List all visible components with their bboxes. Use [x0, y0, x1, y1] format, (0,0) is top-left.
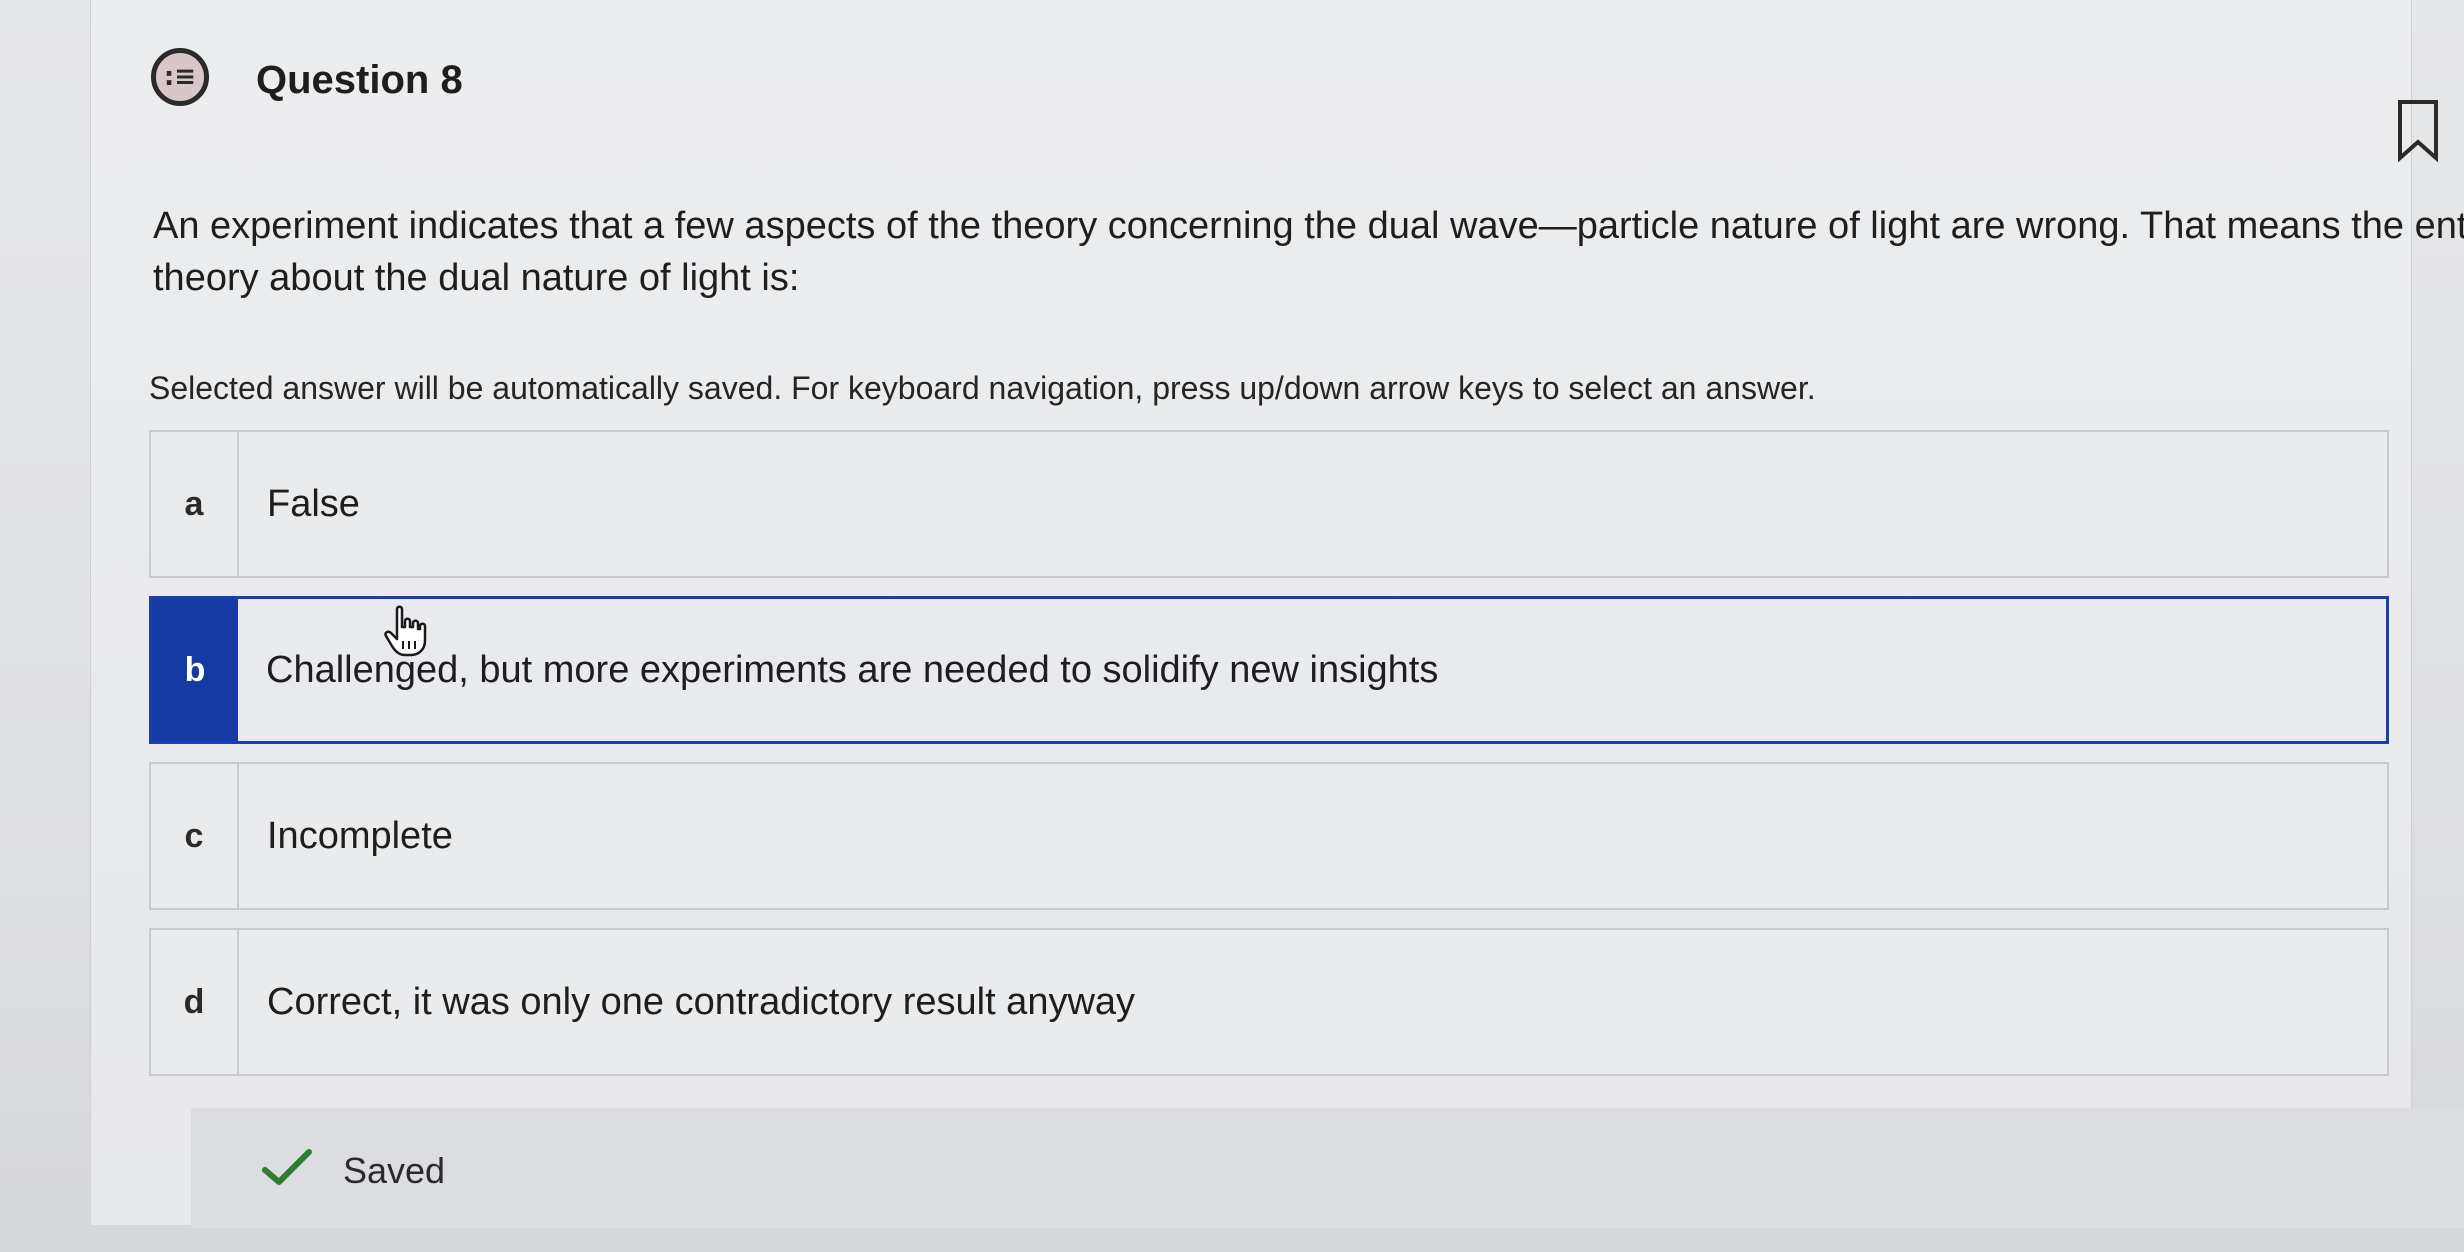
option-text: False	[267, 482, 360, 525]
saved-status-label: Saved	[343, 1150, 446, 1191]
option-letter: d	[151, 930, 239, 1074]
option-letter: c	[151, 764, 239, 908]
question-list-icon: :≡	[151, 48, 209, 106]
option-text: Challenged, but more experiments are nee…	[266, 648, 1439, 691]
hand-cursor-icon	[384, 605, 427, 657]
option-text: Incomplete	[267, 814, 453, 857]
answer-option-b[interactable]: b Challenged, but more experiments are n…	[149, 596, 2389, 744]
answer-option-d[interactable]: d Correct, it was only one contradictory…	[149, 928, 2389, 1076]
question-card: :≡ Question 8 An experiment indicates th…	[90, 0, 2464, 1228]
instructions-text: Selected answer will be automatically sa…	[149, 370, 1816, 406]
question-title: Question 8	[256, 58, 463, 102]
option-letter: b	[152, 599, 238, 741]
answer-options: a False b Challenged, but more experimen…	[149, 430, 2389, 1094]
page: :≡ Question 8 An experiment indicates th…	[0, 0, 2464, 1252]
answer-option-c[interactable]: c Incomplete	[149, 762, 2389, 910]
bookmark-icon[interactable]	[2396, 98, 2440, 162]
option-letter: a	[151, 432, 239, 576]
checkmark-icon	[262, 1149, 312, 1185]
save-status-bar: Saved	[191, 1108, 2464, 1228]
answer-option-a[interactable]: a False	[149, 430, 2389, 578]
option-text: Correct, it was only one contradictory r…	[267, 980, 1136, 1023]
question-text: An experiment indicates that a few aspec…	[153, 205, 2464, 299]
